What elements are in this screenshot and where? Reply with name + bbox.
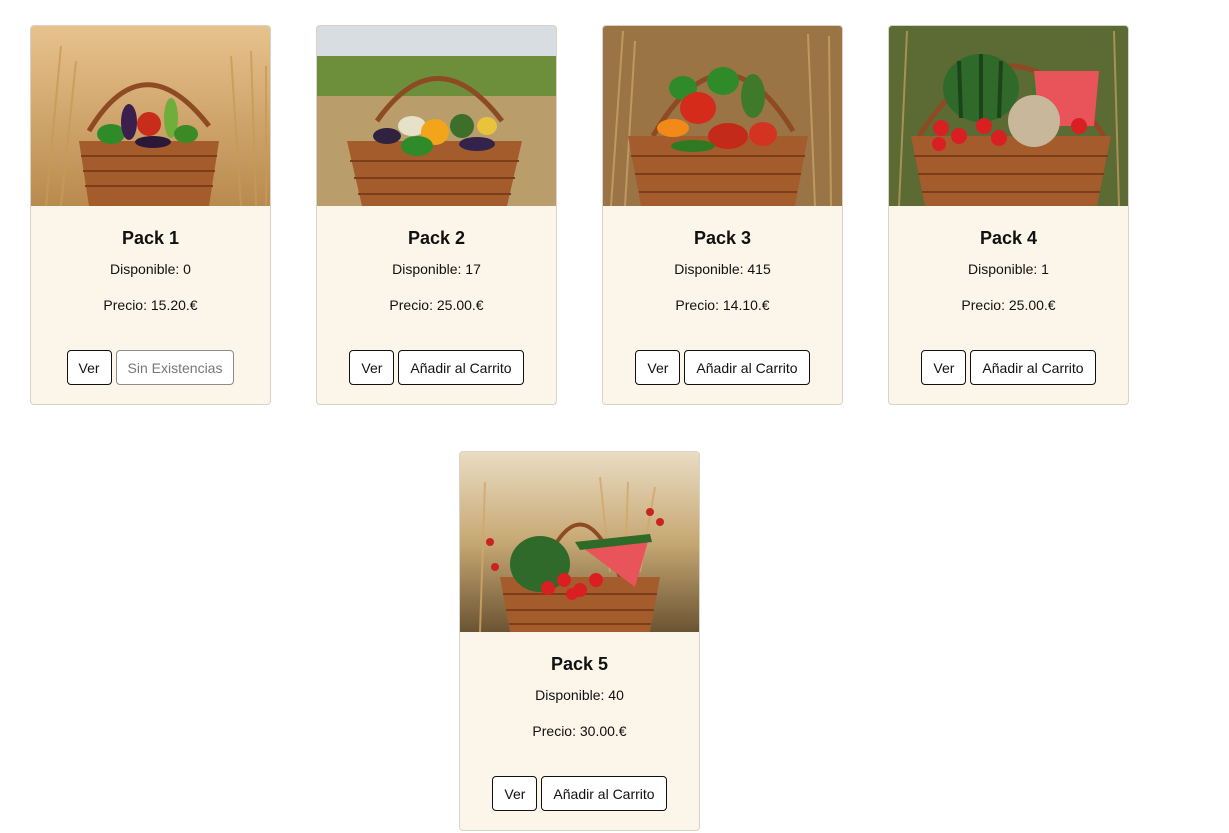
- pack-5-image: [460, 452, 699, 632]
- pack-1-image: [31, 26, 270, 206]
- pack-title: Pack 3: [693, 228, 752, 248]
- pack-price: Precio: 25.00.€: [389, 297, 484, 313]
- product-card: Pack 5 Disponible: 40 Precio: 30.00.€ Ve…: [459, 451, 700, 831]
- pack-availability: Disponible: 40: [535, 687, 624, 703]
- pack-4-image: [889, 26, 1128, 206]
- pack-title: Pack 5: [550, 654, 609, 674]
- card-actions: Ver Añadir al Carrito: [317, 350, 556, 385]
- pack-price: Precio: 25.00.€: [961, 297, 1056, 313]
- product-card: Pack 2 Disponible: 17 Precio: 25.00.€ Ve…: [316, 25, 557, 405]
- view-button[interactable]: Ver: [349, 350, 395, 385]
- add-to-cart-button[interactable]: Añadir al Carrito: [684, 350, 810, 385]
- pack-price: Precio: 15.20.€: [103, 297, 198, 313]
- product-card: Pack 3 Disponible: 415 Precio: 14.10.€ V…: [602, 25, 843, 405]
- card-actions: Ver Sin Existencias: [31, 350, 270, 385]
- view-button[interactable]: Ver: [921, 350, 967, 385]
- card-actions: Ver Añadir al Carrito: [460, 776, 699, 811]
- product-card: Pack 4 Disponible: 1 Precio: 25.00.€ Ver…: [888, 25, 1129, 405]
- pack-availability: Disponible: 415: [674, 261, 771, 277]
- card-actions: Ver Añadir al Carrito: [889, 350, 1128, 385]
- add-to-cart-button[interactable]: Añadir al Carrito: [541, 776, 667, 811]
- pack-price: Precio: 14.10.€: [675, 297, 770, 313]
- pack-availability: Disponible: 1: [968, 261, 1049, 277]
- pack-price: Precio: 30.00.€: [532, 723, 627, 739]
- view-button[interactable]: Ver: [66, 350, 112, 385]
- pack-availability: Disponible: 17: [392, 261, 481, 277]
- pack-availability: Disponible: 0: [110, 261, 191, 277]
- pack-title: Pack 1: [121, 228, 180, 248]
- out-of-stock-button[interactable]: Sin Existencias: [115, 350, 235, 385]
- view-button[interactable]: Ver: [635, 350, 681, 385]
- product-card: Pack 1 Disponible: 0 Precio: 15.20.€ Ver…: [30, 25, 271, 405]
- add-to-cart-button[interactable]: Añadir al Carrito: [970, 350, 1096, 385]
- add-to-cart-button[interactable]: Añadir al Carrito: [398, 350, 524, 385]
- pack-3-image: [603, 26, 842, 206]
- view-button[interactable]: Ver: [492, 776, 538, 811]
- card-actions: Ver Añadir al Carrito: [603, 350, 842, 385]
- pack-title: Pack 4: [979, 228, 1038, 248]
- pack-2-image: [317, 26, 556, 206]
- pack-title: Pack 2: [407, 228, 466, 248]
